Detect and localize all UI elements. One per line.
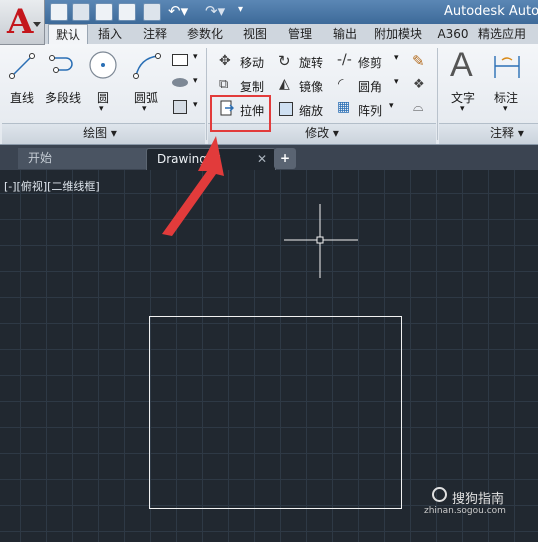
watermark: 搜狗指南 zhinan.sogou.com — [424, 487, 506, 516]
application-menu-button[interactable]: A — [0, 0, 45, 45]
chevron-down-icon — [33, 22, 41, 27]
watermark-logo-icon — [432, 487, 447, 502]
annotation-arrow — [162, 136, 224, 236]
watermark-text: 搜狗指南 — [452, 492, 505, 507]
autocad-logo-icon: A — [7, 2, 34, 42]
watermark-url: zhinan.sogou.com — [424, 506, 506, 516]
